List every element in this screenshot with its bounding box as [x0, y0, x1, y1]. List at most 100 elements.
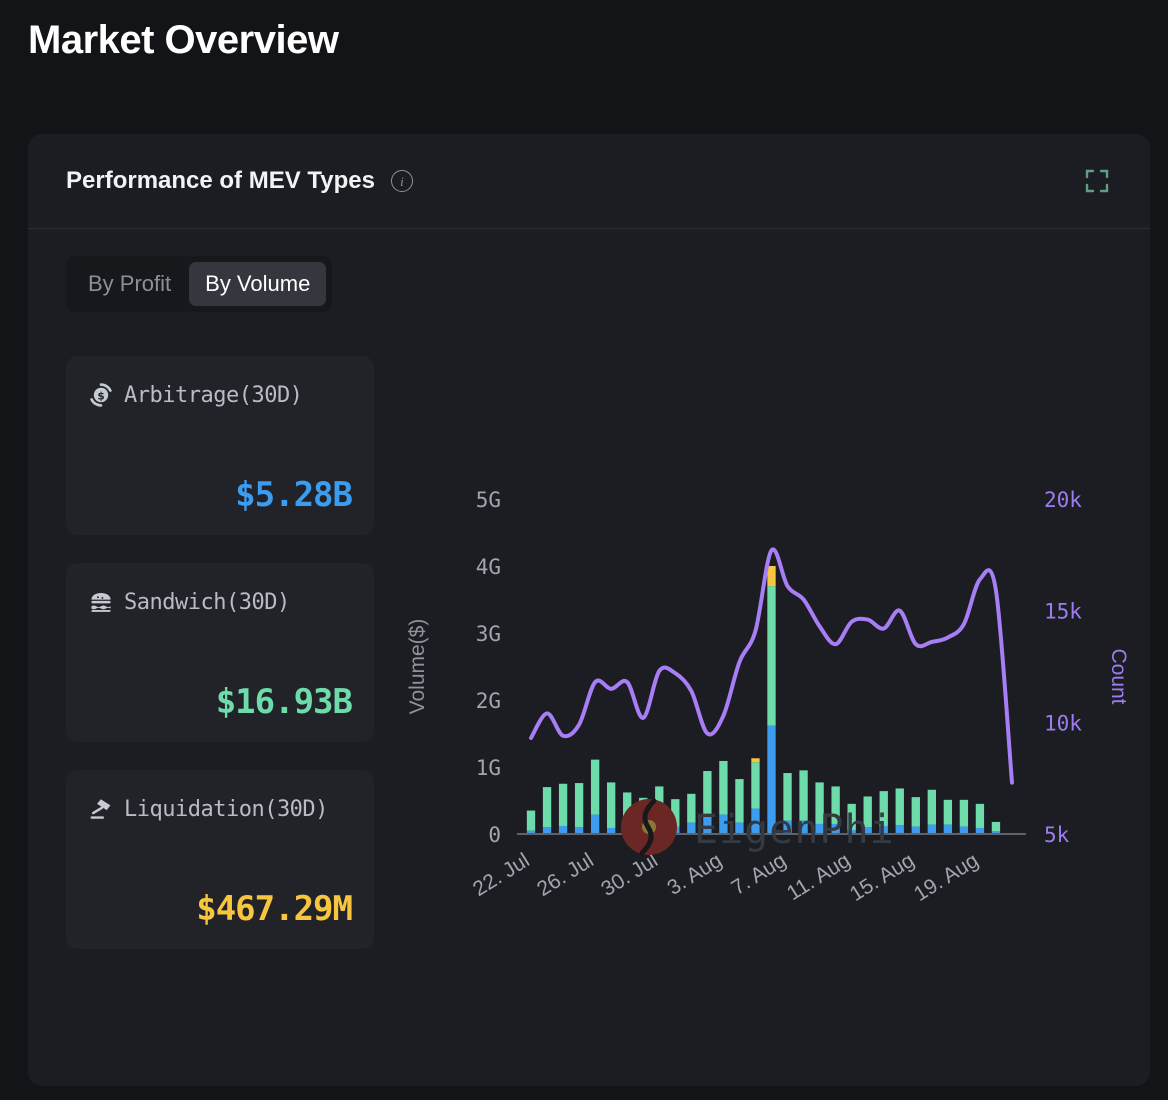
bar-segment[interactable] — [591, 760, 599, 815]
bar-segment[interactable] — [607, 782, 615, 828]
bar-segment[interactable] — [847, 804, 855, 830]
bar-segment[interactable] — [655, 827, 663, 834]
y2-axis-tick: 10k — [1044, 711, 1082, 735]
expand-fullscreen-icon[interactable] — [1084, 168, 1110, 194]
x-axis-tick: 11. Aug — [783, 849, 854, 905]
stat-card-liquidation[interactable]: Liquidation(30D) $467.29M — [66, 770, 374, 949]
y-axis-tick: 4G — [476, 555, 501, 579]
bar-segment[interactable] — [992, 822, 1000, 831]
bar-segment[interactable] — [719, 815, 727, 834]
bar-segment[interactable] — [928, 790, 936, 825]
x-axis-tick: 7. Aug — [727, 849, 790, 900]
card-header: Performance of MEV Types i — [28, 134, 1150, 229]
bar-segment[interactable] — [543, 787, 551, 827]
x-axis-tick: 19. Aug — [910, 849, 983, 906]
y-axis-label: Volume($) — [406, 619, 429, 715]
x-axis-tick: 3. Aug — [663, 849, 726, 900]
market-overview-page: Market Overview Performance of MEV Types… — [0, 0, 1168, 1100]
bar-segment[interactable] — [960, 827, 968, 834]
bar-segment[interactable] — [703, 771, 711, 817]
stat-label-liquidation: Liquidation(30D) — [124, 797, 328, 822]
y-axis-tick: 2G — [476, 689, 501, 713]
bar-segment[interactable] — [671, 799, 679, 826]
bar-segment[interactable] — [783, 773, 791, 821]
chart-svg: 01G2G3G4G5GVolume($)5k10k15k20kCount22. … — [388, 344, 1128, 1044]
dollar-circle-arrow-icon: $ — [88, 382, 114, 408]
bar-segment[interactable] — [575, 783, 583, 827]
bar-segment[interactable] — [751, 758, 759, 762]
sandwich-icon — [88, 589, 114, 615]
stat-header-liquidation: Liquidation(30D) — [88, 796, 352, 822]
bar-segment[interactable] — [559, 826, 567, 834]
bar-segment[interactable] — [831, 824, 839, 834]
bar-segment[interactable] — [671, 827, 679, 834]
stat-value-sandwich: $16.93B — [88, 682, 352, 722]
bar-segment[interactable] — [751, 809, 759, 834]
bar-segment[interactable] — [799, 770, 807, 820]
bar-segment[interactable] — [928, 825, 936, 834]
y2-axis-label: Count — [1107, 648, 1128, 704]
bar-segment[interactable] — [896, 825, 904, 834]
bar-segment[interactable] — [703, 817, 711, 834]
stat-card-sandwich[interactable]: Sandwich(30D) $16.93B — [66, 563, 374, 742]
bar-segment[interactable] — [591, 815, 599, 834]
bar-segment[interactable] — [880, 826, 888, 834]
bar-segment[interactable] — [944, 800, 952, 825]
bar-segment[interactable] — [655, 786, 663, 826]
bar-segment[interactable] — [815, 782, 823, 824]
bar-segment[interactable] — [864, 827, 872, 834]
toggle-by-volume[interactable]: By Volume — [189, 262, 326, 306]
y2-axis-tick: 5k — [1044, 823, 1070, 847]
bar-segment[interactable] — [767, 586, 775, 725]
y-axis-tick: 0 — [488, 823, 501, 847]
y-axis-tick: 3G — [476, 622, 501, 646]
stat-value-arbitrage: $5.28B — [88, 475, 352, 515]
bar-segment[interactable] — [575, 827, 583, 834]
bar-segment[interactable] — [527, 811, 535, 831]
bar-segment[interactable] — [864, 796, 872, 827]
bar-segment[interactable] — [896, 788, 904, 825]
bar-segment[interactable] — [815, 824, 823, 834]
x-axis-tick: 22. Jul — [469, 849, 534, 901]
x-axis-tick: 15. Aug — [846, 849, 919, 906]
gavel-icon — [88, 796, 114, 822]
bar-segment[interactable] — [799, 821, 807, 834]
bar-segment[interactable] — [960, 800, 968, 827]
bar-segment[interactable] — [767, 725, 775, 834]
stat-label-sandwich: Sandwich(30D) — [124, 590, 290, 615]
mev-performance-chart[interactable]: 01G2G3G4G5GVolume($)5k10k15k20kCount22. … — [388, 344, 1128, 1044]
metric-toggle-group[interactable]: By Profit By Volume — [66, 256, 332, 312]
bar-segment[interactable] — [751, 762, 759, 808]
bar-segment[interactable] — [687, 794, 695, 823]
x-axis-tick: 30. Jul — [597, 849, 662, 901]
bar-segment[interactable] — [912, 827, 920, 834]
bar-segment[interactable] — [623, 792, 631, 827]
bar-segment[interactable] — [880, 791, 888, 826]
stat-cards-column: $ Arbitrage(30D) $5.28B — [66, 356, 374, 949]
bar-segment[interactable] — [719, 761, 727, 815]
bar-segment[interactable] — [543, 827, 551, 834]
bar-segment[interactable] — [623, 827, 631, 834]
y-axis-tick: 1G — [476, 756, 501, 780]
bar-segment[interactable] — [767, 566, 775, 586]
stat-card-arbitrage[interactable]: $ Arbitrage(30D) $5.28B — [66, 356, 374, 535]
x-axis-tick: 26. Jul — [533, 849, 598, 901]
svg-text:$: $ — [97, 390, 104, 402]
bar-segment[interactable] — [831, 786, 839, 824]
toggle-by-profit[interactable]: By Profit — [72, 262, 187, 306]
bar-segment[interactable] — [559, 784, 567, 826]
bar-segment[interactable] — [687, 823, 695, 834]
bar-segment[interactable] — [735, 779, 743, 823]
stat-header-arbitrage: $ Arbitrage(30D) — [88, 382, 352, 408]
bar-segment[interactable] — [783, 821, 791, 834]
bar-segment[interactable] — [735, 823, 743, 834]
info-icon[interactable]: i — [391, 170, 413, 192]
y2-axis-tick: 15k — [1044, 600, 1082, 624]
page-title: Market Overview — [28, 18, 338, 63]
stat-header-sandwich: Sandwich(30D) — [88, 589, 352, 615]
bar-segment[interactable] — [912, 797, 920, 826]
bar-segment[interactable] — [944, 825, 952, 834]
performance-card: Performance of MEV Types i By Profit By … — [28, 134, 1150, 1086]
bar-segment[interactable] — [639, 798, 647, 831]
bar-segment[interactable] — [976, 804, 984, 828]
